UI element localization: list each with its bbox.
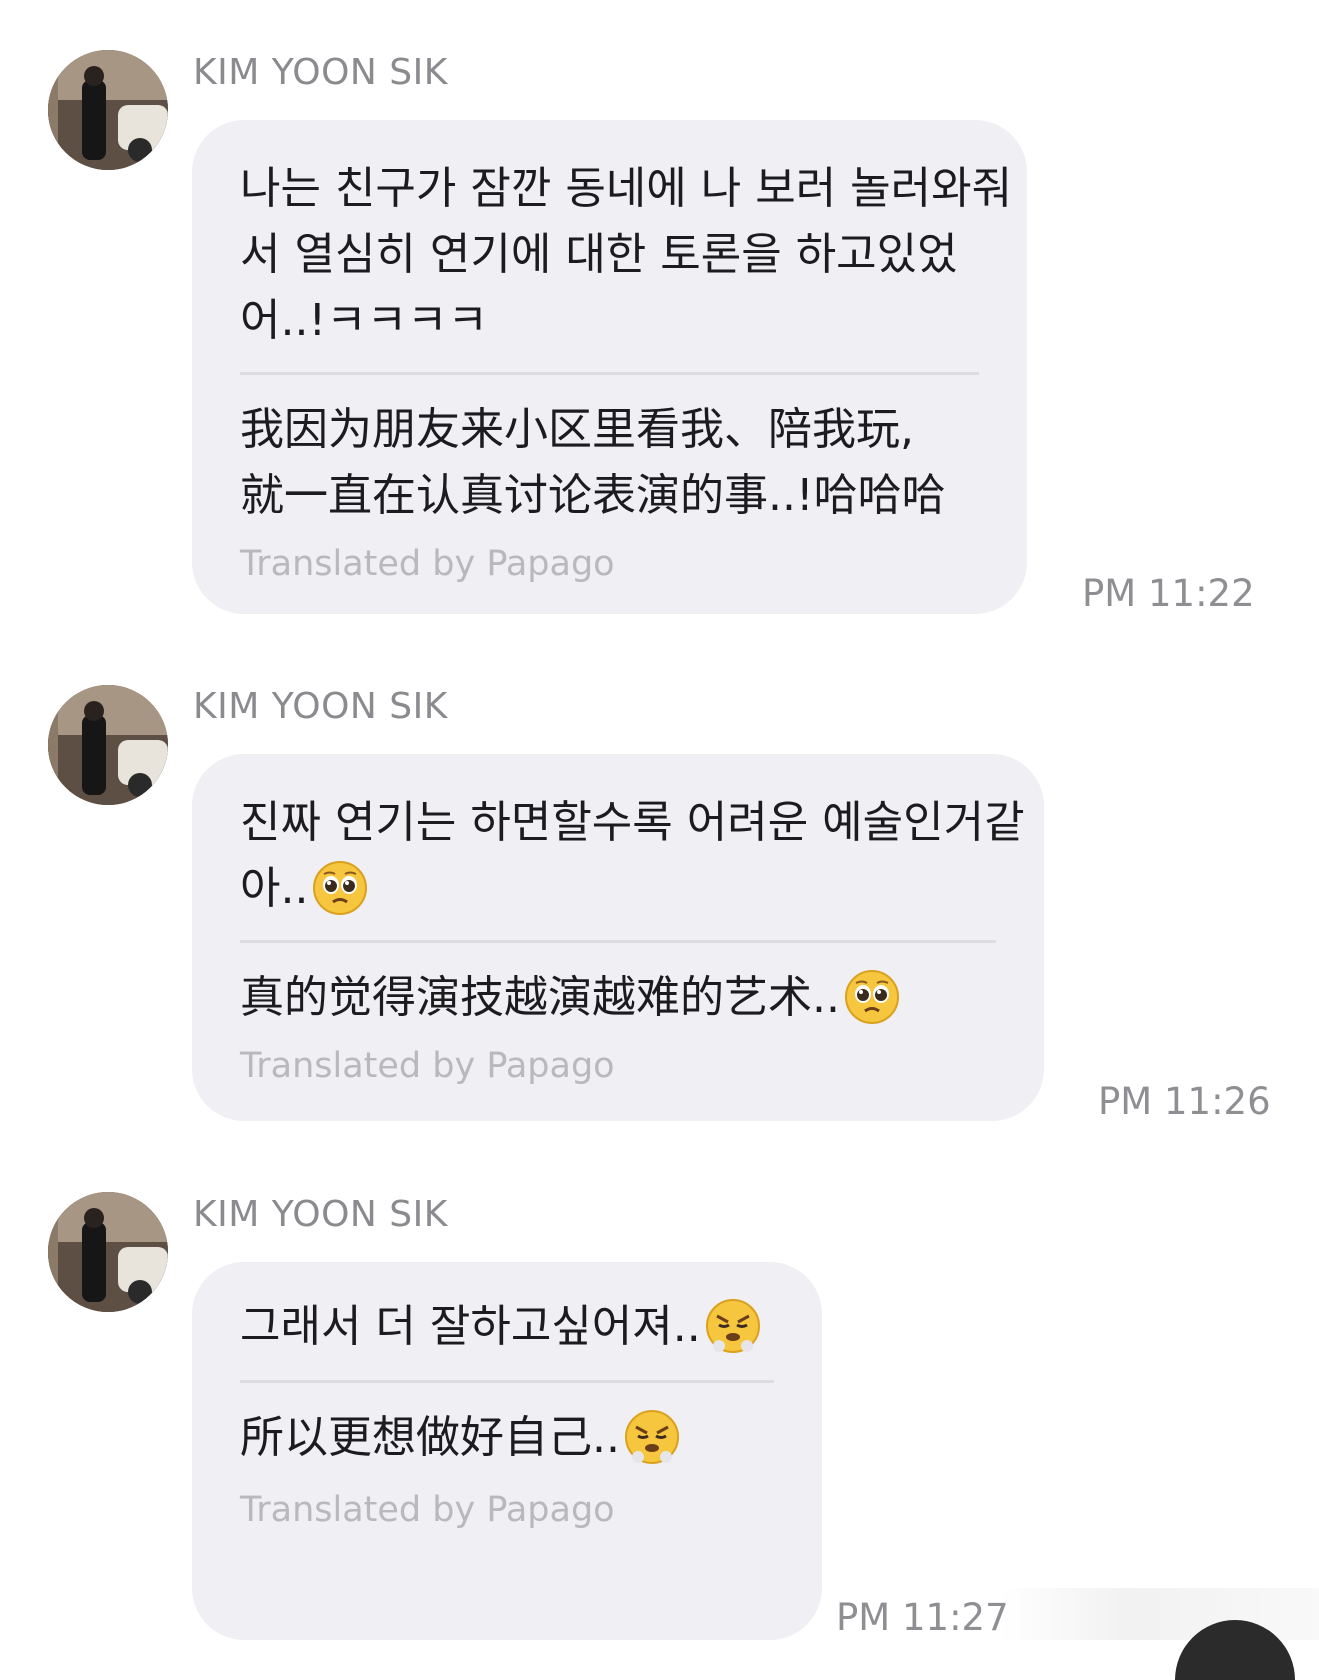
- original-text-line-with-emoji: 아..: [240, 856, 996, 922]
- message-bubble[interactable]: 그래서 더 잘하고싶어져.. 所以更想做好自己.. Translated by …: [192, 1262, 822, 1640]
- original-text-span: 아..: [240, 863, 309, 914]
- steam-face-icon: [624, 1409, 680, 1465]
- original-text-line: 서 열심히 연기에 대한 토론을 하고있었: [240, 229, 958, 280]
- avatar-photo-icon: [48, 50, 168, 170]
- message-time: PM 11:26: [1098, 1080, 1271, 1123]
- avatar[interactable]: [48, 1192, 168, 1312]
- translated-text-line: 就一直在认真讨论表演的事..!哈哈哈: [240, 470, 946, 521]
- message-bubble[interactable]: 진짜 연기는 하면할수록 어려운 예술인거같 아.. 真的觉得演技越演越难的艺术…: [192, 754, 1044, 1121]
- original-text-line: 나는 친구가 잠깐 동네에 나 보러 놀러와줘: [240, 163, 1013, 214]
- message-time: PM 11:22: [1082, 572, 1255, 615]
- translated-text-span: 真的觉得演技越演越难的艺术..: [240, 972, 840, 1023]
- original-text-span: 그래서 더 잘하고싶어져..: [240, 1301, 701, 1352]
- translation-credit: Translated by Papago: [240, 544, 615, 584]
- pleading-face-icon: [844, 969, 900, 1025]
- steam-face-icon: [705, 1298, 761, 1354]
- translation-divider: [240, 372, 979, 375]
- sender-name: KIM YOON SIK: [193, 686, 448, 727]
- translation-credit: Translated by Papago: [240, 1046, 615, 1086]
- original-text-line: 어..!ㅋㅋㅋㅋ: [240, 295, 489, 346]
- avatar[interactable]: [48, 685, 168, 805]
- avatar-photo-icon: [48, 685, 168, 805]
- pleading-face-icon: [312, 860, 368, 916]
- original-text-line: 진짜 연기는 하면할수록 어려운 예술인거같: [240, 797, 1025, 848]
- sender-name: KIM YOON SIK: [193, 52, 448, 93]
- message-bubble[interactable]: 나는 친구가 잠깐 동네에 나 보러 놀러와줘 서 열심히 연기에 대한 토론을…: [192, 120, 1027, 614]
- translation-divider: [240, 940, 996, 943]
- avatar[interactable]: [48, 50, 168, 170]
- original-text-line-with-emoji: 그래서 더 잘하고싶어져..: [240, 1294, 774, 1360]
- translated-text-line-with-emoji: 所以更想做好自己..: [240, 1405, 774, 1471]
- avatar-photo-icon: [48, 1192, 168, 1312]
- translation-divider: [240, 1380, 774, 1383]
- message-time: PM 11:27: [836, 1596, 1009, 1639]
- translated-text-line: 我因为朋友来小区里看我、陪我玩,: [240, 404, 914, 455]
- translation-credit: Translated by Papago: [240, 1490, 615, 1530]
- sender-name: KIM YOON SIK: [193, 1194, 448, 1235]
- translated-text-line-with-emoji: 真的觉得演技越演越难的艺术..: [240, 965, 996, 1031]
- translated-text-span: 所以更想做好自己..: [240, 1412, 620, 1463]
